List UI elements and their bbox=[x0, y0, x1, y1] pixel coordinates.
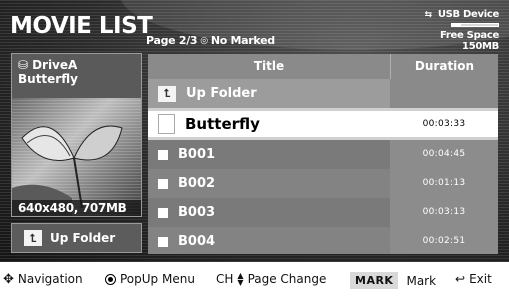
ok-button-icon bbox=[105, 273, 116, 285]
hint-exit: ↩ Exit bbox=[455, 272, 492, 286]
file-duration: 00:01:13 bbox=[390, 169, 498, 198]
file-duration: 00:04:45 bbox=[390, 140, 498, 169]
hint-navigation: ✥ Navigation bbox=[3, 272, 83, 286]
navigation-label: Navigation bbox=[17, 272, 83, 286]
up-folder-icon: ⮤ bbox=[24, 230, 42, 246]
usb-space-fill bbox=[452, 24, 462, 26]
movie-list-screen: MOVIE LIST Page 2/3 ◎ No Marked ⇆ USB De… bbox=[0, 0, 509, 262]
preview-thumbnail: 640x480, 707MB bbox=[12, 98, 141, 216]
preview-header: ⛁ DriveA Butterfly bbox=[12, 54, 141, 98]
page-title: MOVIE LIST bbox=[10, 13, 153, 39]
file-icon bbox=[158, 149, 168, 160]
file-icon bbox=[158, 178, 168, 189]
list-row[interactable]: B002 00:01:13 bbox=[148, 169, 498, 198]
list-row-up-folder[interactable]: ⮤ Up Folder bbox=[148, 79, 498, 108]
usb-device-label: USB Device bbox=[437, 9, 499, 20]
exit-label: Exit bbox=[469, 272, 492, 286]
up-folder-duration bbox=[390, 79, 498, 108]
file-name: B002 bbox=[178, 176, 216, 191]
movie-file-list: Title Duration ⮤ Up Folder Butterfly 00:… bbox=[148, 54, 498, 254]
mark-badge: MARK bbox=[350, 272, 399, 289]
list-header: Title Duration bbox=[148, 54, 498, 79]
file-duration: 00:02:51 bbox=[390, 227, 498, 254]
exit-icon: ↩ bbox=[455, 272, 466, 286]
footer-hints: ✥ Navigation PopUp Menu CH ▲ ▼ Page Chang… bbox=[0, 262, 509, 297]
list-row[interactable]: B003 00:03:13 bbox=[148, 198, 498, 227]
preview-file-name: Butterfly bbox=[18, 72, 78, 86]
page-change-label: Page Change bbox=[247, 272, 327, 286]
ch-label: CH bbox=[216, 272, 234, 286]
marked-status: No Marked bbox=[210, 34, 275, 47]
drive-icon: ⛁ bbox=[18, 58, 29, 72]
column-title: Title bbox=[253, 59, 285, 73]
list-row-selected[interactable]: Butterfly 00:03:33 bbox=[148, 108, 498, 140]
preview-file-info: 640x480, 707MB bbox=[12, 200, 141, 216]
hint-mark: MARK Mark bbox=[350, 272, 436, 289]
up-folder-icon: ⮤ bbox=[158, 85, 176, 102]
up-folder-button[interactable]: ⮤ Up Folder bbox=[11, 223, 142, 253]
list-row[interactable]: B004 00:02:51 bbox=[148, 227, 498, 254]
file-name: B003 bbox=[178, 205, 216, 220]
file-name: B004 bbox=[178, 234, 216, 249]
page-number: Page 2/3 bbox=[146, 34, 198, 47]
usb-free-space: Free Space 150MB bbox=[440, 30, 499, 52]
hint-popup-menu: PopUp Menu bbox=[105, 272, 195, 286]
hint-page-change: CH ▲ ▼ Page Change bbox=[216, 271, 327, 287]
list-row[interactable]: B001 00:04:45 bbox=[148, 140, 498, 169]
drive-name: DriveA bbox=[32, 58, 78, 72]
usb-status: ⇆ USB Device Free Space 150MB bbox=[403, 9, 500, 52]
mark-label: Mark bbox=[406, 273, 437, 288]
usb-space-bar bbox=[451, 23, 499, 27]
page-info: Page 2/3 ◎ No Marked bbox=[146, 34, 275, 47]
file-name: Butterfly bbox=[185, 115, 260, 133]
popup-menu-label: PopUp Menu bbox=[120, 272, 195, 286]
column-duration: Duration bbox=[390, 54, 498, 79]
file-icon bbox=[158, 236, 168, 247]
circle-icon: ◎ bbox=[200, 35, 208, 46]
file-name: B001 bbox=[178, 147, 216, 162]
file-icon bbox=[158, 114, 175, 134]
file-icon bbox=[158, 207, 168, 218]
up-folder-label: Up Folder bbox=[50, 231, 116, 245]
up-folder-row-label: Up Folder bbox=[186, 86, 257, 101]
file-duration: 00:03:13 bbox=[390, 198, 498, 227]
navigation-arrows-icon: ✥ bbox=[3, 271, 14, 287]
usb-icon: ⇆ bbox=[424, 9, 433, 20]
file-duration: 00:03:33 bbox=[422, 119, 466, 129]
ch-up-down-icon: ▲ ▼ bbox=[237, 271, 244, 287]
preview-panel: ⛁ DriveA Butterfly 640x480, 707MB bbox=[11, 53, 142, 217]
